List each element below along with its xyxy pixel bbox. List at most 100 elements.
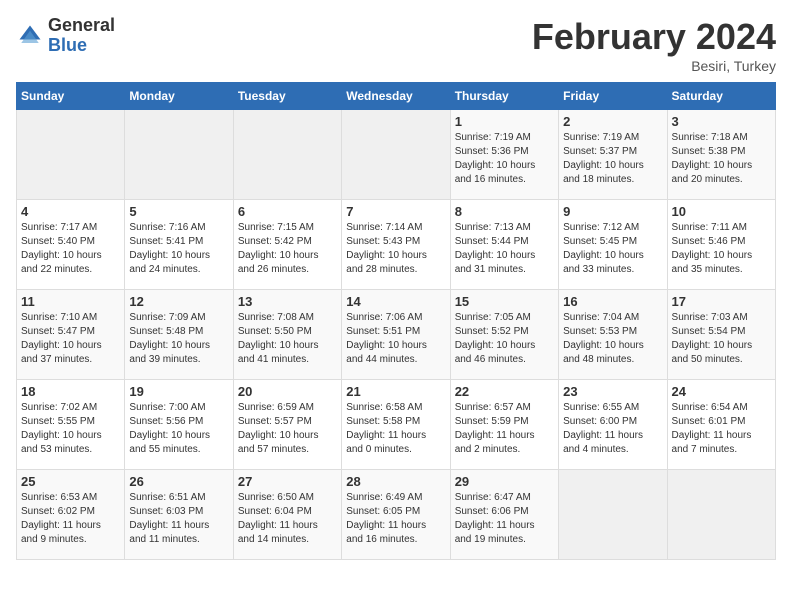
day-number: 7 (346, 204, 445, 219)
calendar-cell: 6Sunrise: 7:15 AM Sunset: 5:42 PM Daylig… (233, 200, 341, 290)
calendar-cell: 10Sunrise: 7:11 AM Sunset: 5:46 PM Dayli… (667, 200, 775, 290)
calendar-cell: 9 Sunrise: 7:12 AM Sunset: 5:45 PM Daylig… (559, 200, 667, 290)
day-number: 18 (21, 384, 120, 399)
calendar-cell: 24 Sunrise: 6:54 AM Sunset: 6:01 PM Dayli… (667, 380, 775, 470)
weekday-header-sunday: Sunday (17, 83, 125, 110)
day-info: Sunrise: 6:47 AM Sunset: 6:06 PM Dayligh… (455, 491, 554, 547)
day-info: Sunrise: 7:13 AM Sunset: 5:44 PM Dayligh… (455, 221, 554, 277)
calendar-cell: 14 Sunrise: 7:06 AM Sunset: 5:51 PM Dayli… (342, 290, 450, 380)
day-number: 16 (563, 294, 662, 309)
day-info: Sunrise: 7:05 AM Sunset: 5:52 PM Dayligh… (455, 311, 554, 367)
day-info: Sunrise: 7:11 AM Sunset: 5:46 PM Dayligh… (672, 221, 771, 277)
day-info: Sunrise: 7:06 AM Sunset: 5:51 PM Dayligh… (346, 311, 445, 367)
calendar-cell: 23Sunrise: 6:55 AM Sunset: 6:00 PM Dayli… (559, 380, 667, 470)
weekday-header-friday: Friday (559, 83, 667, 110)
calendar-cell: 8 Sunrise: 7:13 AM Sunset: 5:44 PM Daylig… (450, 200, 558, 290)
calendar-cell: 11Sunrise: 7:10 AM Sunset: 5:47 PM Dayli… (17, 290, 125, 380)
day-number: 1 (455, 114, 554, 129)
day-number: 23 (563, 384, 662, 399)
day-info: Sunrise: 7:12 AM Sunset: 5:45 PM Dayligh… (563, 221, 662, 277)
calendar-cell: 20 Sunrise: 6:59 AM Sunset: 5:57 PM Dayli… (233, 380, 341, 470)
day-number: 26 (129, 474, 228, 489)
day-info: Sunrise: 6:57 AM Sunset: 5:59 PM Dayligh… (455, 401, 554, 457)
day-number: 3 (672, 114, 771, 129)
day-number: 22 (455, 384, 554, 399)
calendar-cell (17, 110, 125, 200)
calendar-week-row: 4 Sunrise: 7:17 AM Sunset: 5:40 PM Daylig… (17, 200, 776, 290)
day-info: Sunrise: 6:59 AM Sunset: 5:57 PM Dayligh… (238, 401, 337, 457)
day-info: Sunrise: 7:14 AM Sunset: 5:43 PM Dayligh… (346, 221, 445, 277)
calendar-week-row: 11Sunrise: 7:10 AM Sunset: 5:47 PM Dayli… (17, 290, 776, 380)
day-number: 28 (346, 474, 445, 489)
day-info: Sunrise: 7:19 AM Sunset: 5:36 PM Dayligh… (455, 131, 554, 187)
calendar-cell: 3 Sunrise: 7:18 AM Sunset: 5:38 PM Daylig… (667, 110, 775, 200)
calendar-cell: 28 Sunrise: 6:49 AM Sunset: 6:05 PM Dayli… (342, 470, 450, 560)
day-info: Sunrise: 6:51 AM Sunset: 6:03 PM Dayligh… (129, 491, 228, 547)
weekday-header-thursday: Thursday (450, 83, 558, 110)
calendar-cell: 19 Sunrise: 7:00 AM Sunset: 5:56 PM Dayli… (125, 380, 233, 470)
day-number: 27 (238, 474, 337, 489)
calendar-cell: 27Sunrise: 6:50 AM Sunset: 6:04 PM Dayli… (233, 470, 341, 560)
day-number: 13 (238, 294, 337, 309)
day-info: Sunrise: 7:17 AM Sunset: 5:40 PM Dayligh… (21, 221, 120, 277)
calendar-cell (233, 110, 341, 200)
day-number: 2 (563, 114, 662, 129)
calendar-cell: 26 Sunrise: 6:51 AM Sunset: 6:03 PM Dayli… (125, 470, 233, 560)
calendar-cell: 2 Sunrise: 7:19 AM Sunset: 5:37 PM Daylig… (559, 110, 667, 200)
calendar-cell: 29 Sunrise: 6:47 AM Sunset: 6:06 PM Dayli… (450, 470, 558, 560)
calendar-cell: 21Sunrise: 6:58 AM Sunset: 5:58 PM Dayli… (342, 380, 450, 470)
calendar-cell: 1 Sunrise: 7:19 AM Sunset: 5:36 PM Daylig… (450, 110, 558, 200)
day-number: 20 (238, 384, 337, 399)
calendar-week-row: 18 Sunrise: 7:02 AM Sunset: 5:55 PM Dayli… (17, 380, 776, 470)
day-info: Sunrise: 6:54 AM Sunset: 6:01 PM Dayligh… (672, 401, 771, 457)
weekday-header-monday: Monday (125, 83, 233, 110)
calendar-cell (342, 110, 450, 200)
calendar-cell: 17Sunrise: 7:03 AM Sunset: 5:54 PM Dayli… (667, 290, 775, 380)
calendar-header: SundayMondayTuesdayWednesdayThursdayFrid… (17, 83, 776, 110)
calendar-cell: 7 Sunrise: 7:14 AM Sunset: 5:43 PM Daylig… (342, 200, 450, 290)
day-number: 9 (563, 204, 662, 219)
page-header: General Blue February 2024 Besiri, Turke… (16, 16, 776, 74)
day-number: 24 (672, 384, 771, 399)
calendar-cell: 22 Sunrise: 6:57 AM Sunset: 5:59 PM Dayli… (450, 380, 558, 470)
weekday-header-saturday: Saturday (667, 83, 775, 110)
weekday-header-tuesday: Tuesday (233, 83, 341, 110)
day-number: 14 (346, 294, 445, 309)
calendar-body: 1 Sunrise: 7:19 AM Sunset: 5:36 PM Daylig… (17, 110, 776, 560)
day-info: Sunrise: 7:04 AM Sunset: 5:53 PM Dayligh… (563, 311, 662, 367)
day-number: 15 (455, 294, 554, 309)
calendar-cell (667, 470, 775, 560)
calendar-week-row: 25Sunrise: 6:53 AM Sunset: 6:02 PM Dayli… (17, 470, 776, 560)
day-info: Sunrise: 7:18 AM Sunset: 5:38 PM Dayligh… (672, 131, 771, 187)
logo-blue-text: Blue (48, 36, 115, 56)
day-info: Sunrise: 6:49 AM Sunset: 6:05 PM Dayligh… (346, 491, 445, 547)
calendar-cell: 15 Sunrise: 7:05 AM Sunset: 5:52 PM Dayli… (450, 290, 558, 380)
day-info: Sunrise: 7:09 AM Sunset: 5:48 PM Dayligh… (129, 311, 228, 367)
month-title: February 2024 (532, 16, 776, 58)
day-number: 8 (455, 204, 554, 219)
day-number: 19 (129, 384, 228, 399)
title-block: February 2024 Besiri, Turkey (532, 16, 776, 74)
day-number: 29 (455, 474, 554, 489)
day-number: 5 (129, 204, 228, 219)
calendar-cell (559, 470, 667, 560)
calendar-table: SundayMondayTuesdayWednesdayThursdayFrid… (16, 82, 776, 560)
day-number: 25 (21, 474, 120, 489)
calendar-cell: 13Sunrise: 7:08 AM Sunset: 5:50 PM Dayli… (233, 290, 341, 380)
calendar-cell: 12Sunrise: 7:09 AM Sunset: 5:48 PM Dayli… (125, 290, 233, 380)
day-info: Sunrise: 7:19 AM Sunset: 5:37 PM Dayligh… (563, 131, 662, 187)
day-number: 6 (238, 204, 337, 219)
logo-text: General Blue (48, 16, 115, 56)
day-info: Sunrise: 7:02 AM Sunset: 5:55 PM Dayligh… (21, 401, 120, 457)
day-number: 4 (21, 204, 120, 219)
logo-icon (16, 22, 44, 50)
day-info: Sunrise: 7:00 AM Sunset: 5:56 PM Dayligh… (129, 401, 228, 457)
calendar-cell (125, 110, 233, 200)
logo-general-text: General (48, 16, 115, 36)
calendar-cell: 25Sunrise: 6:53 AM Sunset: 6:02 PM Dayli… (17, 470, 125, 560)
day-number: 17 (672, 294, 771, 309)
calendar-cell: 4 Sunrise: 7:17 AM Sunset: 5:40 PM Daylig… (17, 200, 125, 290)
day-info: Sunrise: 7:16 AM Sunset: 5:41 PM Dayligh… (129, 221, 228, 277)
logo: General Blue (16, 16, 115, 56)
day-info: Sunrise: 6:58 AM Sunset: 5:58 PM Dayligh… (346, 401, 445, 457)
